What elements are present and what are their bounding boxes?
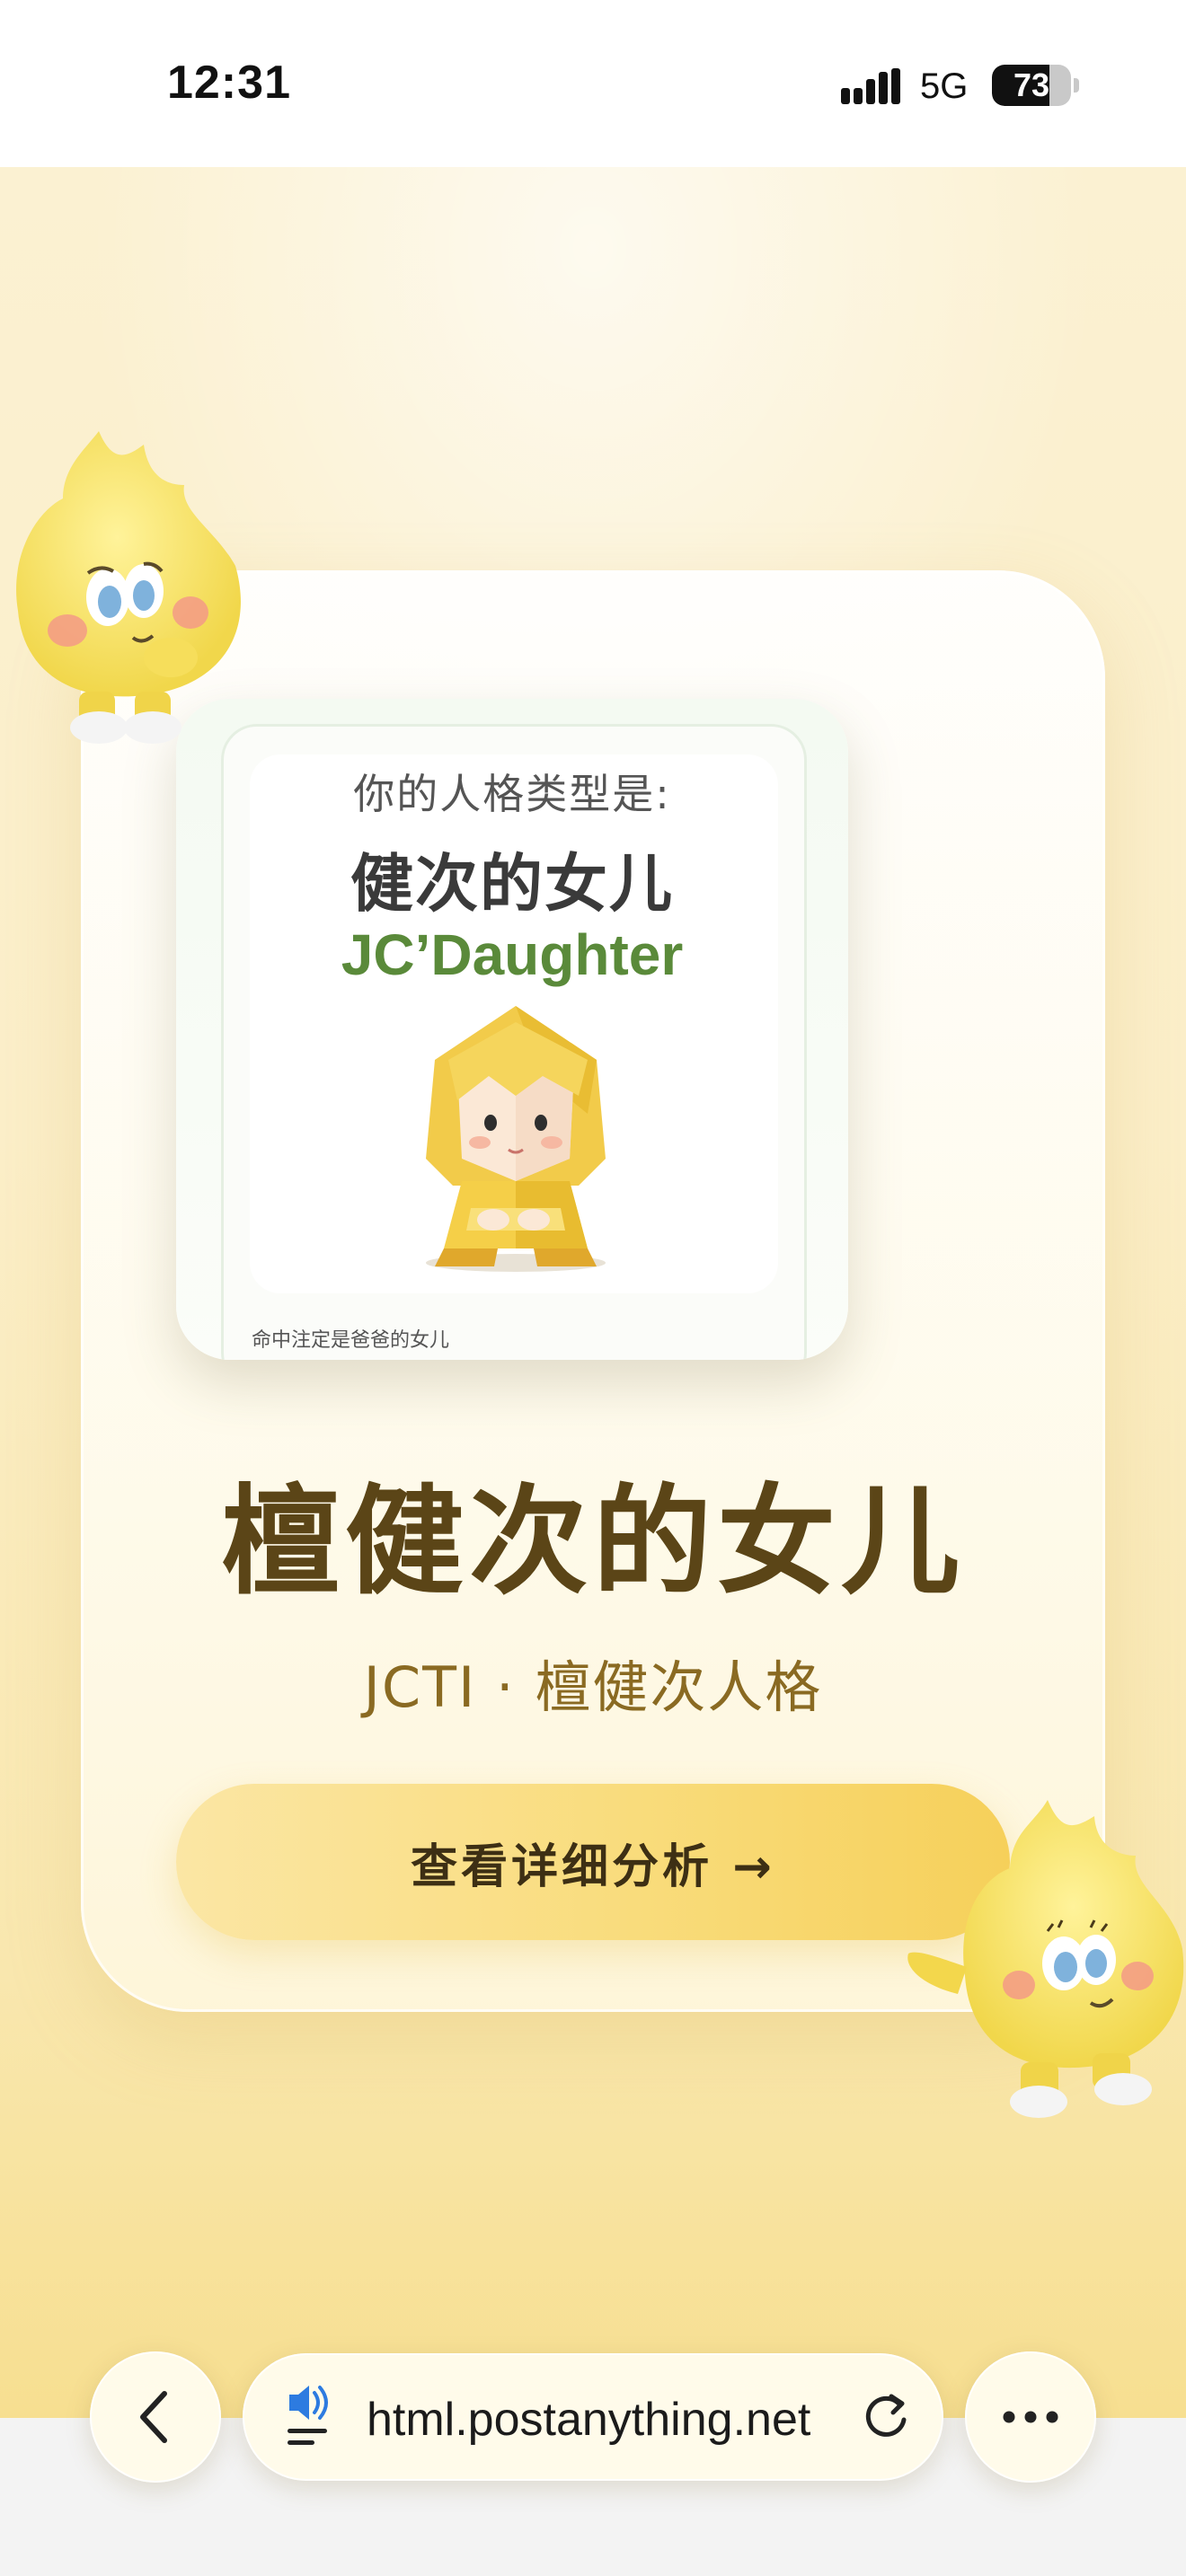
view-detail-analysis-button[interactable]: 查看详细分析 →	[176, 1784, 1010, 1940]
poster-title-en: JC’Daughter	[341, 922, 684, 987]
result-title: 檀健次的女儿	[221, 1473, 965, 1611]
chevron-left-icon	[140, 2391, 167, 2443]
status-bar: 12:31 5G 73	[0, 0, 1186, 167]
more-button[interactable]	[965, 2351, 1096, 2483]
origami-girl-figure-icon	[426, 1006, 606, 1272]
battery-icon: 73	[992, 65, 1080, 108]
back-button[interactable]	[90, 2351, 221, 2483]
battery-level: 73	[1013, 66, 1050, 103]
cellular-signal-icon	[841, 68, 900, 104]
flame-mascot-icon	[16, 431, 241, 744]
reload-icon[interactable]	[859, 2389, 913, 2443]
status-time: 12:31	[167, 57, 291, 109]
more-dots-icon	[1003, 2411, 1058, 2423]
address-bar[interactable]: html.postanything.net	[243, 2353, 943, 2481]
network-type: 5G	[920, 66, 969, 106]
reader-speaker-icon[interactable]	[284, 2384, 338, 2450]
poster-prompt: 你的人格类型是:	[353, 770, 671, 818]
poster-title-cn: 健次的女儿	[350, 847, 674, 921]
poster-caption: 命中注定是爸爸的女儿	[252, 1329, 450, 1352]
result-subtitle: JCTI · 檀健次人格	[363, 1654, 823, 1720]
url-text: html.postanything.net	[367, 2394, 811, 2446]
flame-mascot-waving-icon	[907, 1800, 1184, 2118]
result-poster[interactable]: 你的人格类型是: 健次的女儿 JC’Daughter 命中注定是爸爸的女儿	[176, 699, 848, 1360]
